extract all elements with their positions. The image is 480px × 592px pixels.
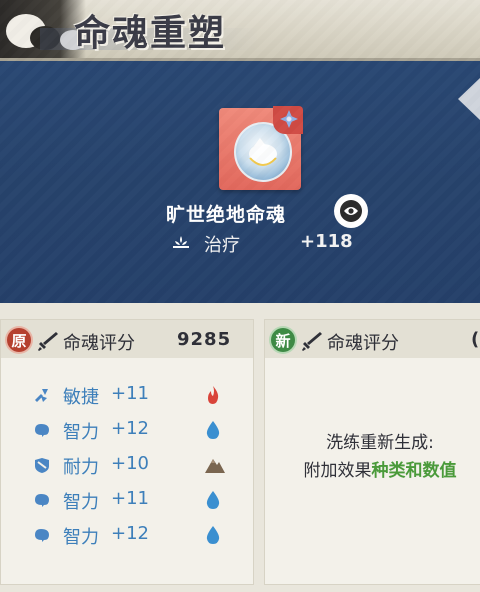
original-panel-header: 原 命魂评分 9285: [1, 320, 253, 358]
attribute-value: +11: [111, 383, 149, 404]
attribute-name: 智力: [63, 422, 99, 443]
attribute-name: 敏捷: [63, 387, 99, 408]
spirit-creature-icon: [249, 138, 277, 166]
attribute-value: +12: [111, 523, 149, 544]
water-icon: [206, 491, 220, 509]
attribute-row: 耐力 +10: [1, 450, 253, 480]
earth-icon: [205, 459, 225, 473]
attribute-value: +11: [111, 488, 149, 509]
side-tab-arrow-icon[interactable]: [458, 78, 480, 120]
new-score-label: 命魂评分: [327, 333, 399, 354]
new-panel: 新 命魂评分 ( 洗练重新生成: 附加效果种类和数值: [264, 319, 480, 585]
item-card[interactable]: [219, 106, 303, 190]
reroll-note-line1: 洗练重新生成:: [326, 433, 434, 453]
new-score: (: [471, 329, 480, 350]
reroll-note-line2: 附加效果种类和数值: [265, 456, 480, 481]
heal-lotus-icon: [173, 236, 189, 248]
intellect-icon: [35, 424, 49, 437]
attribute-row: 智力 +11: [1, 485, 253, 515]
attribute-row: 敏捷 +11: [1, 380, 253, 410]
water-icon: [206, 526, 220, 544]
quality-gem-icon: [273, 106, 303, 134]
attribute-name: 耐力: [63, 457, 99, 478]
cloud-decoration-dark: [30, 26, 60, 50]
original-badge: 原: [7, 328, 31, 352]
intellect-icon: [35, 494, 49, 507]
preview-button[interactable]: [334, 194, 368, 228]
item-name: 旷世绝地命魂: [165, 204, 286, 226]
attribute-value: +10: [111, 453, 149, 474]
fire-icon: [208, 386, 219, 404]
title-underline: [40, 28, 260, 50]
eye-icon: [340, 200, 362, 222]
original-score: 9285: [177, 329, 232, 350]
original-score-label: 命魂评分: [63, 333, 135, 354]
page-title: 命魂重塑: [74, 12, 227, 54]
attribute-row: 智力 +12: [1, 520, 253, 550]
title-banner: 命魂重塑: [0, 0, 480, 61]
cloud-decoration: [6, 14, 46, 48]
reroll-note-prefix: 附加效果: [303, 461, 372, 481]
attribute-name: 智力: [63, 527, 99, 548]
agility-icon: [35, 389, 48, 402]
attribute-row: 智力 +12: [1, 415, 253, 445]
new-panel-header: 新 命魂评分 (: [265, 320, 480, 358]
stat-value: +118: [300, 231, 353, 252]
stat-label: 治疗: [204, 235, 240, 256]
attribute-value: +12: [111, 418, 149, 439]
reroll-note-highlight: 种类和数值: [371, 461, 457, 481]
sword-icon: [302, 332, 322, 351]
endurance-icon: [35, 458, 49, 473]
new-badge: 新: [271, 328, 295, 352]
top-area: 命魂重塑 旷世绝地命魂 治疗 +118: [0, 0, 480, 303]
soul-orb-icon: [234, 122, 292, 182]
original-panel: 原 命魂评分 9285 敏捷 +11 智力 +12 耐力 +10 智力 +11 …: [0, 319, 254, 585]
banner-dark-cloud: [0, 0, 86, 58]
cloud-decoration: [60, 30, 86, 50]
water-icon: [206, 421, 220, 439]
attribute-name: 智力: [63, 492, 99, 513]
sword-icon: [38, 332, 58, 351]
intellect-icon: [35, 529, 49, 542]
